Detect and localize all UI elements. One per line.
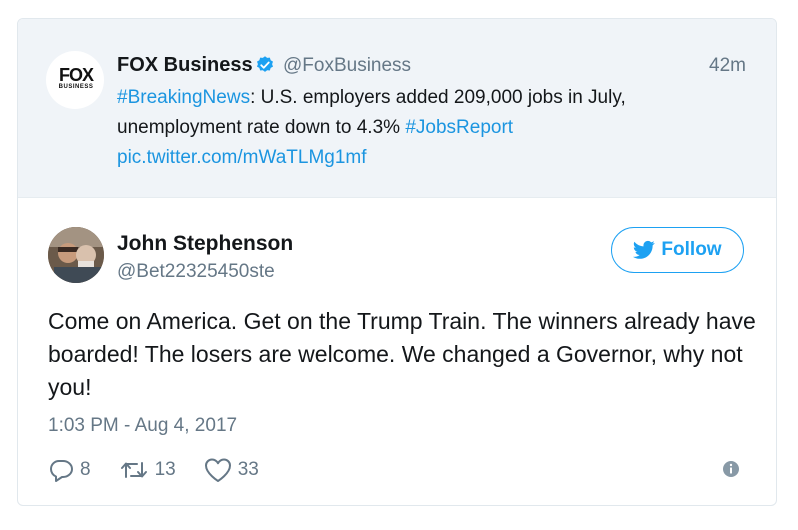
- reply-count: 8: [80, 459, 91, 480]
- quoted-tweet-media-link[interactable]: pic.twitter.com/mWaTLMg1mf: [117, 147, 367, 168]
- verified-badge-icon: [257, 56, 273, 72]
- reply-button[interactable]: 8: [48, 458, 91, 482]
- like-button[interactable]: 33: [204, 457, 259, 483]
- embedded-tweet-card: FOX BUSINESS FOX Business @FoxBusiness 4…: [17, 18, 777, 506]
- tweet-text: Come on America. Get on the Trump Train.…: [48, 308, 756, 400]
- retweet-button[interactable]: 13: [119, 458, 176, 482]
- info-icon[interactable]: [722, 460, 740, 478]
- author-handle[interactable]: @Bet22325450ste: [117, 260, 275, 284]
- fox-logo-subtext: BUSINESS: [58, 84, 94, 90]
- follow-button[interactable]: Follow: [611, 227, 744, 273]
- tweet-timestamp[interactable]: 1:03 PM - Aug 4, 2017: [48, 414, 237, 438]
- retweet-icon: [120, 462, 147, 478]
- quoted-author-handle[interactable]: @FoxBusiness: [283, 54, 411, 78]
- author-name[interactable]: John Stephenson: [117, 231, 293, 257]
- hashtag-jobsreport[interactable]: #JobsReport: [405, 117, 513, 138]
- like-count: 33: [237, 459, 259, 480]
- retweet-count: 13: [154, 459, 176, 480]
- fox-logo-text: FOX: [58, 65, 94, 85]
- twitter-bird-icon: [633, 240, 656, 259]
- tweet-actions: 8 13 33: [48, 455, 287, 485]
- heart-icon: [204, 458, 231, 482]
- reply-icon: [49, 460, 73, 482]
- fox-business-avatar[interactable]: FOX BUSINESS: [46, 51, 104, 109]
- quoted-tweet[interactable]: FOX BUSINESS FOX Business @FoxBusiness 4…: [18, 19, 776, 198]
- avatar[interactable]: [48, 227, 104, 283]
- avatar-photo: [48, 227, 104, 283]
- quoted-tweet-text: #BreakingNews: U.S. employers added 209,…: [117, 83, 717, 173]
- follow-label: Follow: [661, 239, 722, 260]
- quoted-author-name[interactable]: FOX Business: [117, 53, 253, 77]
- quoted-tweet-time[interactable]: 42m: [709, 54, 746, 78]
- hashtag-breakingnews[interactable]: #BreakingNews: [117, 87, 250, 108]
